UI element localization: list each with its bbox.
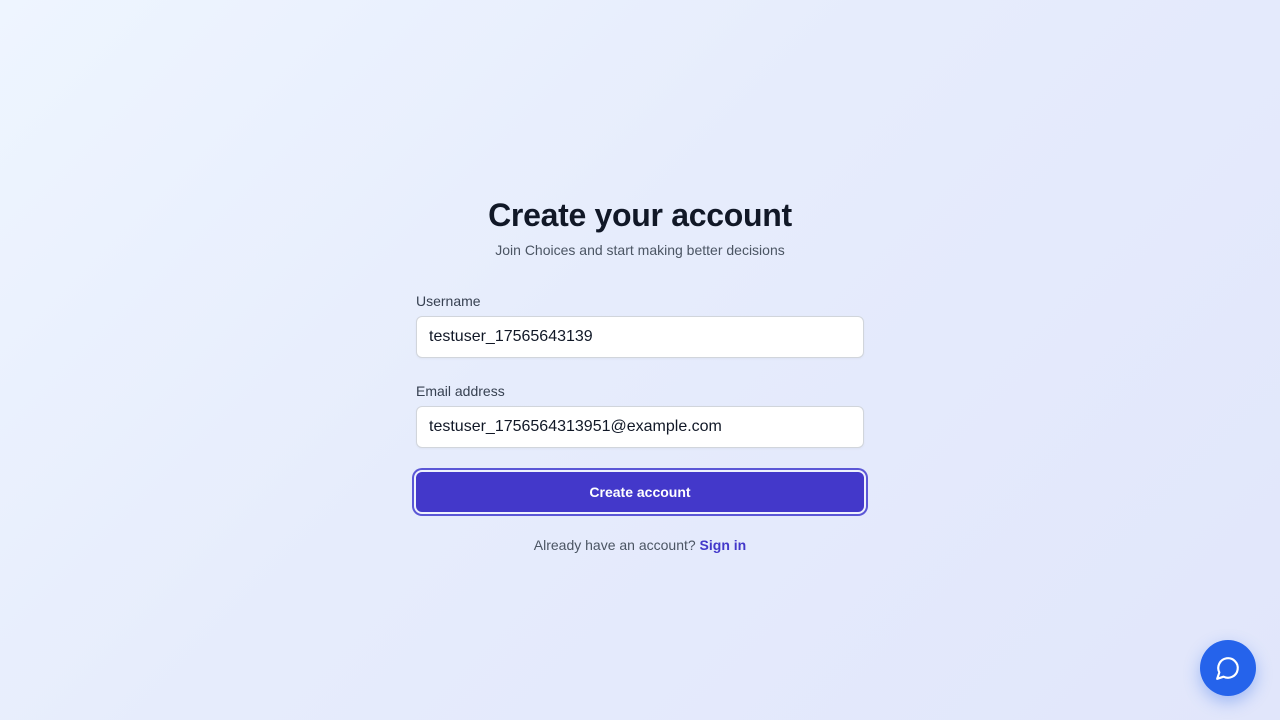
username-field-group: Username xyxy=(416,292,864,358)
signup-page: Create your account Join Choices and sta… xyxy=(0,0,1280,720)
email-label: Email address xyxy=(416,383,505,399)
page-subtitle: Join Choices and start making better dec… xyxy=(495,242,785,258)
sign-in-link[interactable]: Sign in xyxy=(700,537,747,553)
signup-panel: Create your account Join Choices and sta… xyxy=(416,196,864,554)
chat-bubble-icon xyxy=(1215,655,1241,681)
page-title: Create your account xyxy=(488,197,792,233)
signin-prompt: Already have an account? Sign in xyxy=(416,536,864,554)
signin-prompt-text: Already have an account? xyxy=(533,537,696,553)
username-label: Username xyxy=(416,293,481,309)
chat-button[interactable] xyxy=(1200,640,1256,696)
signup-form: Username Email address Create account xyxy=(416,292,864,512)
email-field-group: Email address xyxy=(416,382,864,448)
email-input[interactable] xyxy=(416,406,864,448)
username-input[interactable] xyxy=(416,316,864,358)
create-account-button[interactable]: Create account xyxy=(416,472,864,512)
